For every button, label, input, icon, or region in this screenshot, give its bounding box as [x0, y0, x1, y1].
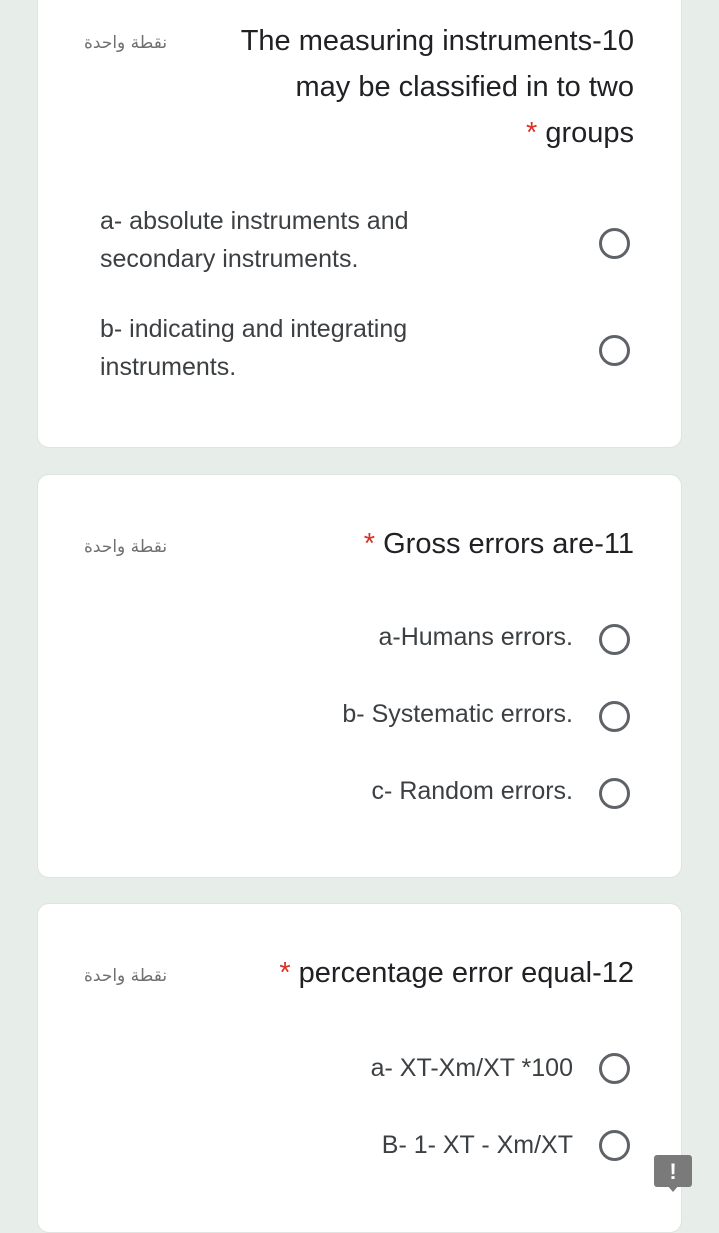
- option-b-radio[interactable]: [599, 335, 630, 366]
- option-a-label: a- XT-Xm/XT *100: [370, 1054, 573, 1082]
- option-b-radio[interactable]: [599, 1130, 630, 1161]
- question-card-11: نقطة واحدة * Gross errors are-11 a-Human…: [37, 474, 682, 878]
- question-title: * Gross errors are-11: [364, 521, 634, 567]
- option-text-line: a- absolute instruments and: [100, 207, 409, 235]
- option-text-line: secondary instruments.: [100, 245, 359, 273]
- question-title-text: Gross errors are-11: [383, 528, 634, 560]
- question-title-text: percentage error equal-12: [298, 957, 634, 989]
- option-text-line: b- indicating and integrating: [100, 315, 408, 343]
- option-c-label: c- Random errors.: [371, 777, 573, 805]
- points-label: نقطة واحدة: [84, 33, 168, 53]
- option-c-radio[interactable]: [599, 778, 630, 809]
- option-a-radio[interactable]: [599, 228, 630, 259]
- required-asterisk: *: [279, 957, 291, 989]
- report-issue-button[interactable]: !: [654, 1155, 692, 1192]
- question-title-line: * groups: [241, 110, 634, 156]
- option-a-label: a- absolute instruments and secondary in…: [100, 202, 480, 278]
- report-issue-icon: !: [669, 1159, 677, 1184]
- question-title: * percentage error equal-12: [279, 950, 634, 996]
- question-title-line: The measuring instruments-10: [240, 25, 634, 57]
- question-card-12: نقطة واحدة * percentage error equal-12 a…: [37, 903, 682, 1233]
- question-title: The measuring instruments-10 may be clas…: [241, 18, 634, 156]
- question-card-10: نقطة واحدة The measuring instruments-10 …: [37, 0, 682, 448]
- option-a-radio[interactable]: [599, 1053, 630, 1084]
- option-b-radio[interactable]: [599, 701, 630, 732]
- points-label: نقطة واحدة: [84, 966, 168, 986]
- option-a-radio[interactable]: [599, 624, 630, 655]
- required-asterisk: *: [525, 117, 538, 149]
- option-b-label: b- indicating and integrating instrument…: [100, 310, 480, 386]
- option-b-label: B- 1- XT - Xm/XT: [381, 1131, 573, 1159]
- question-title-line: may be classified in to two: [295, 71, 634, 103]
- option-a-label: a-Humans errors.: [378, 623, 574, 651]
- points-label: نقطة واحدة: [84, 537, 168, 557]
- required-asterisk: *: [363, 528, 376, 560]
- option-b-label: b- Systematic errors.: [342, 700, 573, 728]
- question-title-text: groups: [545, 117, 634, 149]
- option-text-line: instruments.: [100, 353, 237, 381]
